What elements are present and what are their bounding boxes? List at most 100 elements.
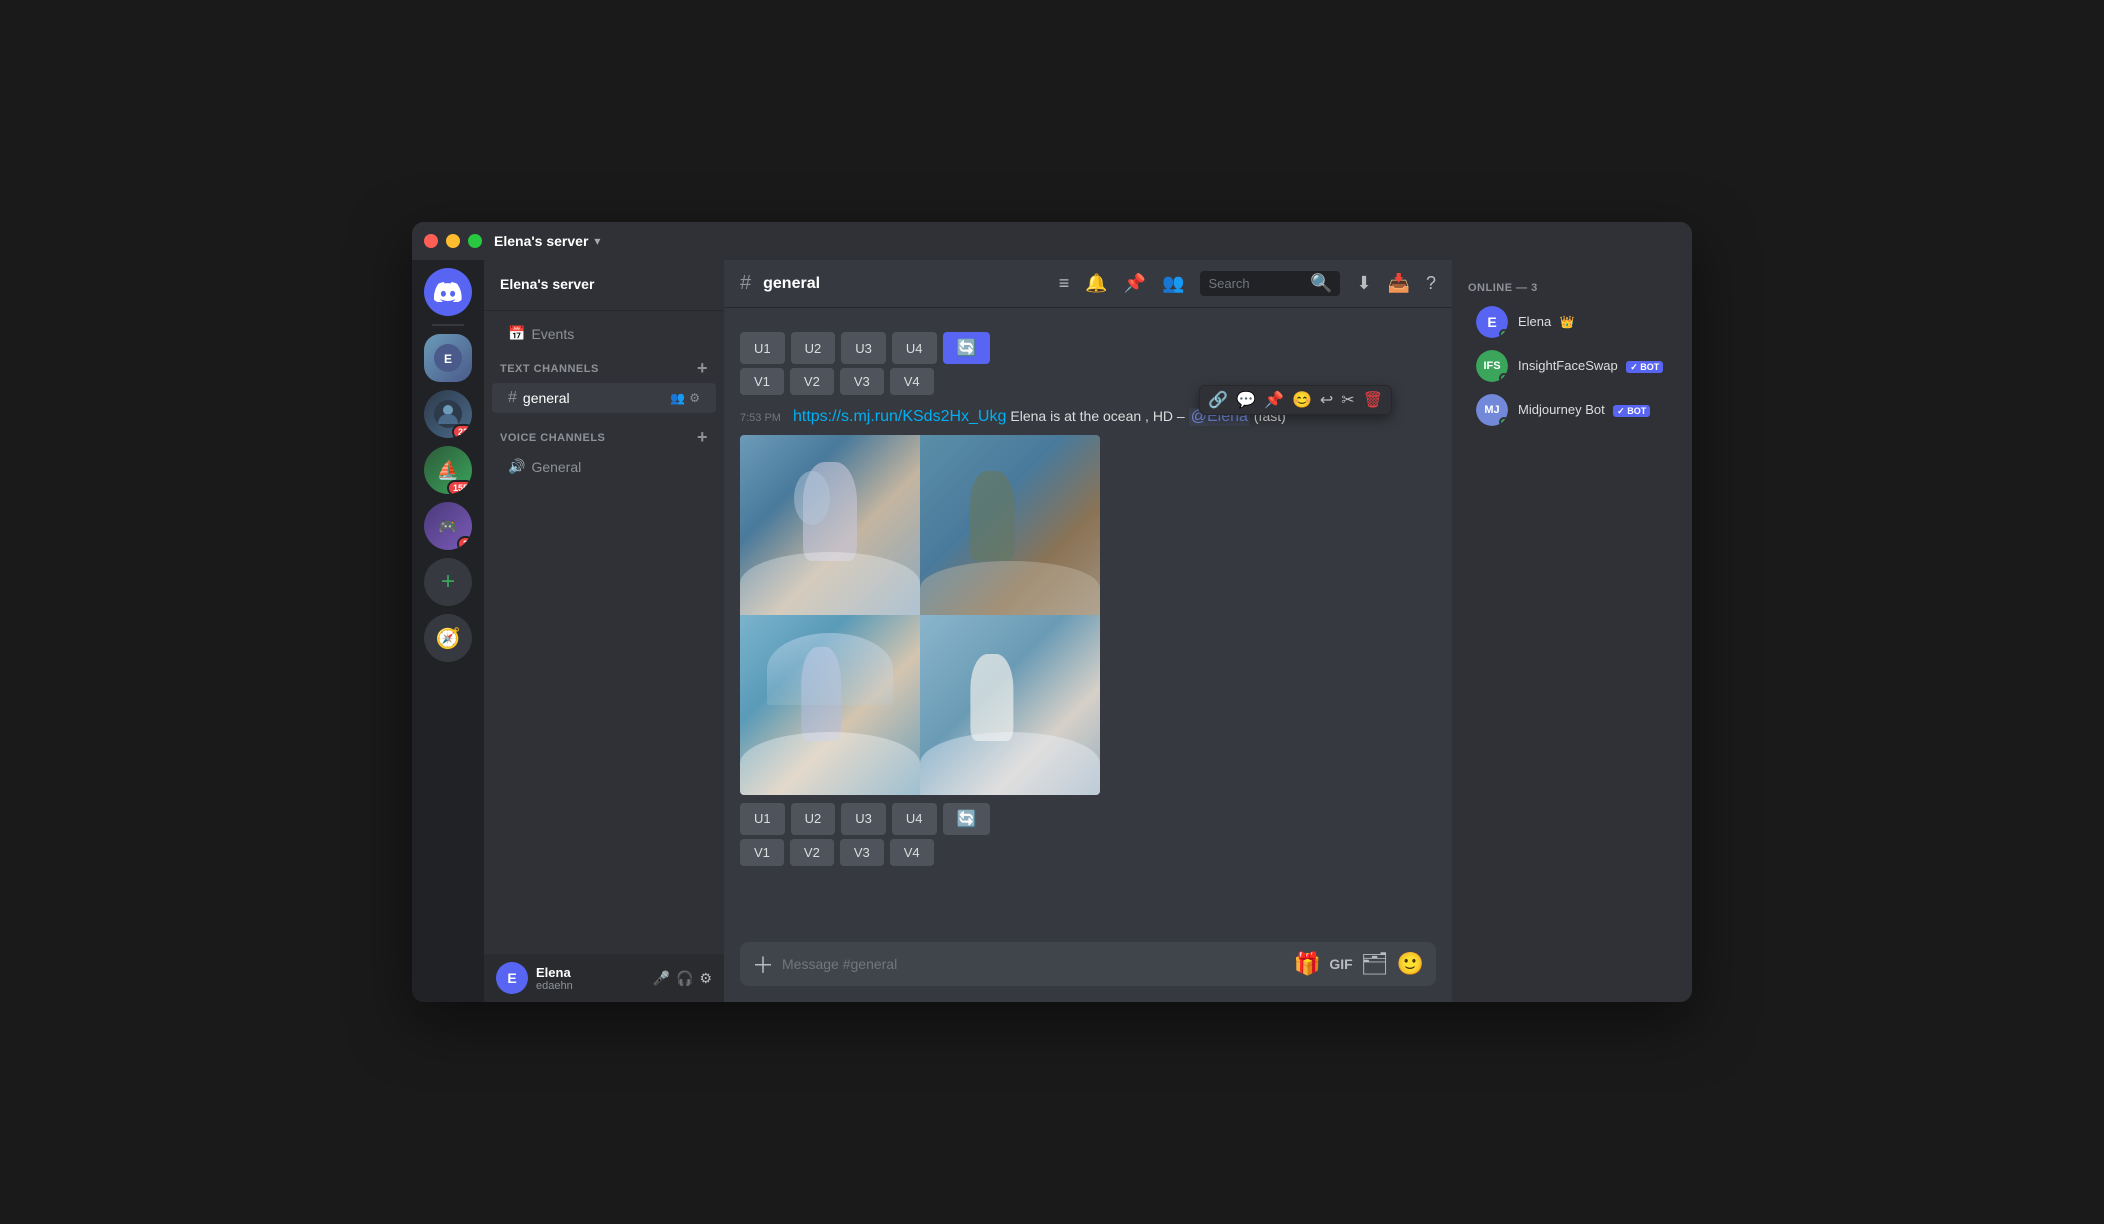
toolbar-undo-icon[interactable]: ↩ (1320, 390, 1333, 410)
btn-u1-top[interactable]: U1 (740, 332, 785, 364)
voice-channel-name: General (531, 459, 581, 475)
messages-container[interactable]: U1 U2 U3 U4 🔄 V1 V2 V3 V4 (724, 308, 1452, 926)
gift-icon[interactable]: 🎁 (1294, 951, 1321, 977)
member-item-midjourneybot[interactable]: MJ Midjourney Bot ✓ BOT (1460, 388, 1684, 432)
server-icon-4[interactable]: 🎮 2 (424, 502, 472, 550)
server-icon-3[interactable]: ⛵ 155 (424, 446, 472, 494)
user-settings-button[interactable]: ⚙ (699, 970, 712, 987)
threads-icon[interactable]: ≡ (1059, 273, 1070, 294)
add-text-channel-button[interactable]: + (697, 358, 708, 379)
btn-refresh-top[interactable]: 🔄 (943, 332, 991, 364)
chat-area: # general ≡ 🔔 📌 👥 🔍 ⬇ 📥 ? (724, 260, 1452, 1002)
image-cell-1[interactable] (740, 435, 920, 615)
btn-u2-top[interactable]: U2 (791, 332, 836, 364)
member-avatar-elena: E (1476, 306, 1508, 338)
hash-icon: # (508, 389, 517, 407)
message-content-text: Elena is at the ocean , HD – (1010, 407, 1184, 427)
btn-v1-top[interactable]: V1 (740, 368, 784, 395)
image-cell-2[interactable] (920, 435, 1100, 615)
pin-icon[interactable]: 📌 (1124, 273, 1146, 294)
member-name-mj: Midjourney Bot (1518, 402, 1605, 417)
server-list: E 22 ⛵ 155 🎮 (412, 260, 484, 1002)
server-2-badge: 22 (452, 424, 472, 438)
search-icon[interactable]: 🔍 (1310, 273, 1332, 294)
sidebar-item-events[interactable]: 📅 Events (492, 319, 716, 348)
server-divider (432, 324, 464, 326)
voice-channels-header[interactable]: VOICE CHANNELS + (484, 421, 724, 452)
user-avatar-initial: E (507, 970, 516, 986)
channel-sidebar: Elena's server 📅 Events TEXT CHANNELS + … (484, 260, 724, 1002)
btn-v3-bottom[interactable]: V3 (840, 839, 884, 866)
help-icon[interactable]: ? (1426, 273, 1436, 294)
username: Elena (536, 965, 645, 980)
member-name-ifs: InsightFaceSwap (1518, 358, 1618, 373)
image-cell-3[interactable] (740, 615, 920, 795)
message-link[interactable]: https://s.mj.run/KSds2Hx_Ukg (793, 408, 1006, 426)
image-grid[interactable] (740, 435, 1100, 795)
member-item-insightfaceswap[interactable]: IFS InsightFaceSwap ✓ BOT (1460, 344, 1684, 388)
server-3-badge: 155 (447, 480, 472, 494)
toolbar-emoji-icon[interactable]: 😊 (1292, 390, 1312, 410)
image-cell-4[interactable] (920, 615, 1100, 795)
members-list-icon[interactable]: 👥 (1162, 273, 1184, 294)
btn-v2-top[interactable]: V2 (790, 368, 834, 395)
user-actions: 🎤 🎧 ⚙ (653, 970, 712, 987)
btn-v1-bottom[interactable]: V1 (740, 839, 784, 866)
emoji-icon[interactable]: 🙂 (1397, 951, 1424, 977)
btn-u2-bottom[interactable]: U2 (791, 803, 836, 835)
close-button[interactable] (424, 234, 438, 248)
btn-u3-top[interactable]: U3 (841, 332, 886, 364)
voice-channels-label: VOICE CHANNELS (500, 432, 605, 444)
message-toolbar: 🔗 💬 📌 😊 ↩ ✂ 🗑 (1199, 385, 1392, 415)
sticker-icon[interactable]: 🗂 (1361, 951, 1389, 977)
message-input[interactable] (782, 942, 1286, 986)
member-info-ifs: InsightFaceSwap ✓ BOT (1518, 357, 1668, 375)
message-time: 7:53 PM (740, 412, 781, 424)
btn-u4-top[interactable]: U4 (892, 332, 937, 364)
btn-v2-bottom[interactable]: V2 (790, 839, 834, 866)
toolbar-reply-icon[interactable]: 💬 (1236, 390, 1256, 410)
title-bar: Elena's server ▾ (412, 222, 1692, 260)
sidebar-header: Elena's server (484, 260, 724, 311)
member-item-elena[interactable]: E Elena 👑 (1460, 300, 1684, 344)
svg-text:E: E (444, 352, 452, 366)
chat-header-actions: ≡ 🔔 📌 👥 🔍 ⬇ 📥 ? (1059, 271, 1436, 296)
mute-button[interactable]: 🎤 (653, 970, 670, 987)
channel-settings-icon[interactable]: ⚙ (689, 391, 700, 405)
crown-icon: 👑 (1560, 315, 1575, 329)
search-input[interactable] (1208, 276, 1304, 291)
toolbar-delete-icon[interactable]: 🗑 (1363, 390, 1383, 410)
btn-v4-top[interactable]: V4 (890, 368, 934, 395)
btn-u1-bottom[interactable]: U1 (740, 803, 785, 835)
btn-u4-bottom[interactable]: U4 (892, 803, 937, 835)
server-title: Elena's server (494, 233, 588, 249)
server-icon-discord[interactable] (424, 268, 472, 316)
headset-button[interactable]: 🎧 (676, 970, 693, 987)
server-icon-elenas[interactable]: E (424, 334, 472, 382)
toolbar-link-icon[interactable]: 🔗 (1208, 390, 1228, 410)
channel-hash-icon: # (740, 272, 751, 295)
text-channels-header[interactable]: TEXT CHANNELS + (484, 352, 724, 383)
gif-icon[interactable]: GIF (1329, 956, 1352, 972)
maximize-button[interactable] (468, 234, 482, 248)
server-icon-2[interactable]: 22 (424, 390, 472, 438)
add-server-button[interactable]: + (424, 558, 472, 606)
btn-v4-bottom[interactable]: V4 (890, 839, 934, 866)
channel-item-general-voice[interactable]: 🔊 General (492, 452, 716, 481)
minimize-button[interactable] (446, 234, 460, 248)
btn-u3-bottom[interactable]: U3 (841, 803, 886, 835)
btn-refresh-bottom[interactable]: 🔄 (943, 803, 991, 835)
inbox-icon[interactable]: 📥 (1388, 273, 1410, 294)
channel-members-icon[interactable]: 👥 (670, 391, 685, 405)
add-voice-channel-button[interactable]: + (697, 427, 708, 448)
discover-servers-button[interactable]: 🧭 (424, 614, 472, 662)
server-chevron-icon[interactable]: ▾ (594, 234, 600, 248)
btn-v3-top[interactable]: V3 (840, 368, 884, 395)
notification-bell-icon[interactable]: 🔔 (1085, 273, 1107, 294)
member-avatar-midjourneybot: MJ (1476, 394, 1508, 426)
add-attachment-button[interactable]: ＋ (752, 948, 774, 980)
download-icon[interactable]: ⬇ (1356, 273, 1371, 294)
toolbar-cut-icon[interactable]: ✂ (1341, 390, 1354, 410)
toolbar-pin-icon[interactable]: 📌 (1264, 390, 1284, 410)
channel-item-general[interactable]: # general 👥 ⚙ (492, 383, 716, 413)
